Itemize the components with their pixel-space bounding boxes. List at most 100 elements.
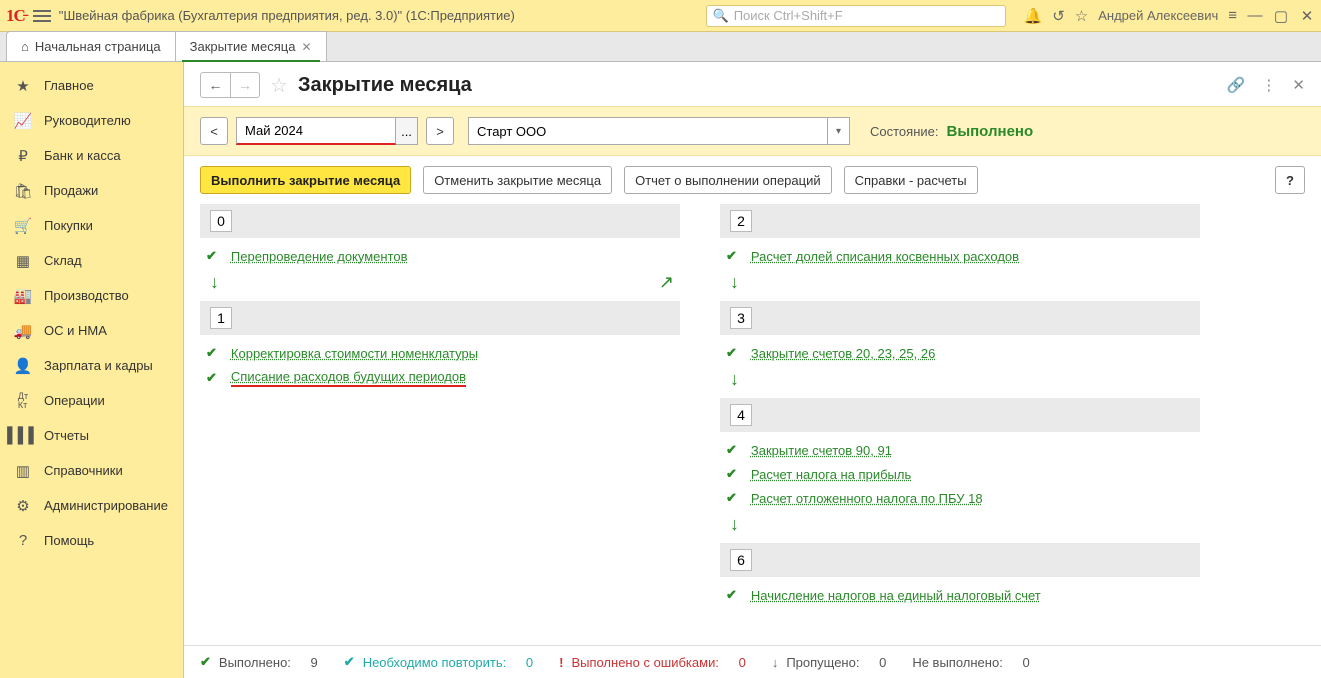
operations-report-button[interactable]: Отчет о выполнении операций bbox=[624, 166, 832, 194]
sidebar-item-production[interactable]: 🏭Производство bbox=[0, 278, 183, 313]
bell-icon[interactable]: 🔔 bbox=[1024, 7, 1043, 25]
forward-button[interactable]: → bbox=[230, 72, 260, 98]
operation-row: ✔ Расчет налога на прибыль bbox=[720, 462, 1200, 486]
book-icon: ▥ bbox=[14, 462, 32, 480]
user-name[interactable]: Андрей Алексеевич bbox=[1098, 8, 1218, 23]
more-icon[interactable]: ⋮ bbox=[1261, 76, 1276, 94]
operation-link[interactable]: Перепроведение документов bbox=[231, 249, 408, 264]
reference-calcs-button[interactable]: Справки - расчеты bbox=[844, 166, 978, 194]
organization-field[interactable]: Старт ООО bbox=[468, 117, 828, 145]
sidebar-item-catalogs[interactable]: ▥Справочники bbox=[0, 453, 183, 488]
operation-row: ✔ Закрытие счетов 20, 23, 25, 26 bbox=[720, 341, 1200, 365]
bars-icon: ▌▌▌ bbox=[14, 427, 32, 445]
sidebar-item-admin[interactable]: ⚙Администрирование bbox=[0, 488, 183, 523]
warn-icon: ! bbox=[559, 655, 563, 670]
page-title: Закрытие месяца bbox=[298, 74, 472, 97]
check-icon: ✔ bbox=[726, 490, 737, 506]
operation-link[interactable]: Расчет отложенного налога по ПБУ 18 bbox=[751, 491, 983, 506]
tab-home[interactable]: ⌂ Начальная страница bbox=[6, 31, 176, 61]
stages-area: 0 ✔Перепроведение документов ↗ ↓ 1 ✔Корр… bbox=[184, 204, 1321, 645]
status-notdone: Не выполнено: 0 bbox=[912, 655, 1029, 670]
global-search[interactable]: 🔍 Поиск Ctrl+Shift+F bbox=[706, 5, 1006, 27]
maximize-button[interactable]: ▢ bbox=[1273, 7, 1289, 25]
star-icon[interactable]: ☆ bbox=[1075, 7, 1088, 25]
minimize-button[interactable]: — bbox=[1247, 7, 1263, 24]
check-icon: ✔ bbox=[200, 654, 211, 670]
window-caption: "Швейная фабрика (Бухгалтерия предприяти… bbox=[59, 8, 515, 23]
help-button[interactable]: ? bbox=[1275, 166, 1305, 194]
close-window-button[interactable]: ✕ bbox=[1299, 7, 1315, 25]
stage-header-0: 0 bbox=[200, 204, 680, 238]
sidebar: ★Главное 📈Руководителю ₽Банк и касса 🛍Пр… bbox=[0, 62, 184, 678]
back-button[interactable]: ← bbox=[200, 72, 230, 98]
period-picker-button[interactable]: ... bbox=[396, 117, 418, 145]
operation-row: ✔ Расчет отложенного налога по ПБУ 18 bbox=[720, 486, 1200, 510]
close-page-icon[interactable]: ✕ bbox=[1292, 76, 1305, 94]
check-icon: ✔ bbox=[344, 654, 355, 670]
truck-icon: 🚚 bbox=[14, 322, 32, 340]
stage-header-6: 6 bbox=[720, 543, 1200, 577]
sidebar-item-assets[interactable]: 🚚ОС и НМА bbox=[0, 313, 183, 348]
tab-label: Закрытие месяца bbox=[190, 39, 296, 54]
cart-icon: 🛒 bbox=[14, 217, 32, 235]
sidebar-item-warehouse[interactable]: ▦Склад bbox=[0, 243, 183, 278]
bag-icon: 🛍 bbox=[14, 182, 32, 200]
ruble-icon: ₽ bbox=[14, 147, 32, 165]
period-next-button[interactable]: > bbox=[426, 117, 454, 145]
sidebar-item-help[interactable]: ?Помощь bbox=[0, 523, 183, 558]
menu-icon[interactable] bbox=[33, 10, 51, 22]
close-tab-icon[interactable]: ✕ bbox=[301, 40, 311, 54]
sidebar-item-reports[interactable]: ▌▌▌Отчеты bbox=[0, 418, 183, 453]
sidebar-item-hr[interactable]: 👤Зарплата и кадры bbox=[0, 348, 183, 383]
main-panel: ← → ☆ Закрытие месяца 🔗 ⋮ ✕ < Май 2024 .… bbox=[184, 62, 1321, 678]
chart-icon: 📈 bbox=[14, 112, 32, 130]
gear-icon: ⚙ bbox=[14, 497, 32, 515]
operation-row: ✔ Начисление налогов на единый налоговый … bbox=[720, 583, 1200, 607]
right-column: 2 ✔ Расчет долей списания косвенных расхо… bbox=[720, 204, 1200, 639]
link-icon[interactable]: 🔗 bbox=[1227, 76, 1246, 94]
stage-header-3: 3 bbox=[720, 301, 1200, 335]
stage-header-2: 2 bbox=[720, 204, 1200, 238]
operation-link[interactable]: Закрытие счетов 90, 91 bbox=[751, 443, 892, 458]
sidebar-item-sales[interactable]: 🛍Продажи bbox=[0, 173, 183, 208]
operation-row: ✔Корректировка стоимости номенклатуры bbox=[200, 341, 680, 365]
tab-label: Начальная страница bbox=[35, 39, 161, 54]
sidebar-item-bank[interactable]: ₽Банк и касса bbox=[0, 138, 183, 173]
check-icon: ✔ bbox=[726, 587, 737, 603]
operation-link[interactable]: Расчет долей списания косвенных расходов bbox=[751, 249, 1019, 264]
sidebar-item-operations[interactable]: ДтКтОперации bbox=[0, 383, 183, 418]
status-label: Состояние: bbox=[870, 124, 938, 139]
operation-link[interactable]: Списание расходов будущих периодов bbox=[231, 369, 466, 387]
boxes-icon: ▦ bbox=[14, 252, 32, 270]
status-done: ✔Выполнено: 9 bbox=[200, 654, 318, 670]
check-icon: ✔ bbox=[726, 466, 737, 482]
check-icon: ✔ bbox=[206, 248, 217, 264]
operation-row: ✔ Списание расходов будущих периодов bbox=[200, 365, 680, 391]
organization-dropdown[interactable]: ▾ bbox=[828, 117, 850, 145]
operation-link[interactable]: Корректировка стоимости номенклатуры bbox=[231, 346, 478, 361]
operation-row: ✔ Закрытие счетов 90, 91 bbox=[720, 438, 1200, 462]
run-closing-button[interactable]: Выполнить закрытие месяца bbox=[200, 166, 411, 194]
sidebar-item-main[interactable]: ★Главное bbox=[0, 68, 183, 103]
period-bar: < Май 2024 ... > Старт ООО ▾ Состояние: … bbox=[184, 106, 1321, 156]
status-errors: !Выполнено с ошибками: 0 bbox=[559, 655, 746, 670]
check-icon: ✔ bbox=[206, 370, 217, 386]
operation-link[interactable]: Начисление налогов на единый налоговый с… bbox=[751, 588, 1041, 603]
check-icon: ✔ bbox=[726, 442, 737, 458]
check-icon: ✔ bbox=[726, 345, 737, 361]
cancel-closing-button[interactable]: Отменить закрытие месяца bbox=[423, 166, 612, 194]
operation-link[interactable]: Расчет налога на прибыль bbox=[751, 467, 911, 482]
sidebar-item-manager[interactable]: 📈Руководителю bbox=[0, 103, 183, 138]
user-menu-icon[interactable]: ≡ bbox=[1228, 7, 1237, 24]
favorite-toggle[interactable]: ☆ bbox=[270, 73, 288, 98]
period-field[interactable]: Май 2024 bbox=[236, 117, 396, 145]
person-icon: 👤 bbox=[14, 357, 32, 375]
operation-link[interactable]: Закрытие счетов 20, 23, 25, 26 bbox=[751, 346, 935, 361]
status-repeat: ✔Необходимо повторить: 0 bbox=[344, 654, 533, 670]
dtkt-icon: ДтКт bbox=[14, 392, 32, 410]
tab-month-closing[interactable]: Закрытие месяца ✕ bbox=[175, 31, 327, 61]
period-prev-button[interactable]: < bbox=[200, 117, 228, 145]
history-icon[interactable]: ↺ bbox=[1052, 7, 1065, 25]
sidebar-item-purchases[interactable]: 🛒Покупки bbox=[0, 208, 183, 243]
arrow-down-icon: ↓ bbox=[200, 268, 680, 301]
